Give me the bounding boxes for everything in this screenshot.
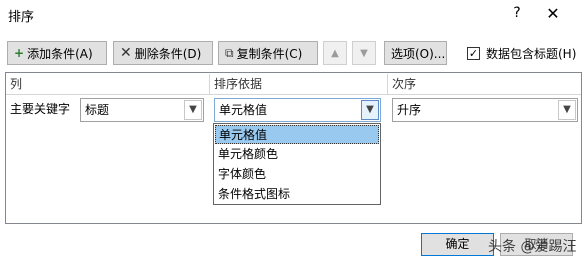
sort-on-select[interactable]: 单元格值 ▼ — [214, 98, 381, 122]
sort-on-dropdown-list: 单元格值 单元格颜色 字体颜色 条件格式图标 — [213, 123, 381, 205]
copy-condition-button[interactable]: ⧉ 复制条件(C) — [218, 41, 318, 65]
delete-icon: ✕ — [120, 45, 132, 61]
order-value: 升序 — [397, 103, 422, 117]
header-divider — [6, 94, 581, 95]
move-up-button[interactable]: ▲ — [323, 41, 347, 65]
copy-condition-label: 复制条件(C) — [236, 46, 303, 61]
chevron-down-icon[interactable]: ▼ — [558, 100, 576, 120]
close-button[interactable]: ✕ — [543, 4, 563, 24]
add-condition-label: 添加条件(A) — [27, 46, 93, 61]
dropdown-option-font-color[interactable]: 字体颜色 — [215, 165, 379, 184]
dropdown-option-cell-color[interactable]: 单元格颜色 — [215, 145, 379, 164]
add-icon: + — [14, 46, 25, 60]
sort-key-value: 标题 — [85, 103, 110, 117]
dialog-title: 排序 — [8, 10, 35, 25]
options-button[interactable]: 选项(O)... — [384, 41, 447, 65]
primary-key-label: 主要关键字 — [10, 102, 71, 116]
order-select[interactable]: 升序 ▼ — [392, 98, 578, 122]
help-button[interactable]: ? — [508, 5, 526, 25]
dropdown-option-cell-value[interactable]: 单元格值 — [215, 125, 379, 144]
column-header-column: 列 — [6, 74, 210, 94]
chevron-down-icon[interactable]: ▼ — [184, 100, 202, 120]
header-checkbox[interactable]: ✓ — [467, 47, 480, 60]
triangle-down-icon: ▼ — [360, 47, 368, 59]
title-bar — [0, 0, 588, 30]
column-header-sort-on: 排序依据 — [210, 74, 388, 94]
watermark-text: 头条 @爱踢汪 — [488, 239, 577, 255]
triangle-up-icon: ▲ — [331, 47, 339, 59]
add-condition-button[interactable]: + 添加条件(A) — [7, 41, 107, 65]
column-header-order: 次序 — [392, 77, 417, 91]
copy-icon: ⧉ — [225, 45, 234, 60]
options-label: 选项(O)... — [391, 46, 446, 61]
sort-on-value: 单元格值 — [219, 103, 268, 117]
header-checkbox-label: 数据包含标题(H) — [486, 47, 577, 61]
chevron-down-icon[interactable]: ▼ — [361, 100, 379, 120]
sort-key-select[interactable]: 标题 ▼ — [80, 98, 204, 122]
delete-condition-label: 删除条件(D) — [134, 46, 202, 61]
move-down-button[interactable]: ▼ — [352, 41, 376, 65]
watermark-logo — [468, 238, 486, 254]
delete-condition-button[interactable]: ✕ 删除条件(D) — [113, 41, 213, 65]
dropdown-option-conditional-icon[interactable]: 条件格式图标 — [215, 185, 379, 204]
